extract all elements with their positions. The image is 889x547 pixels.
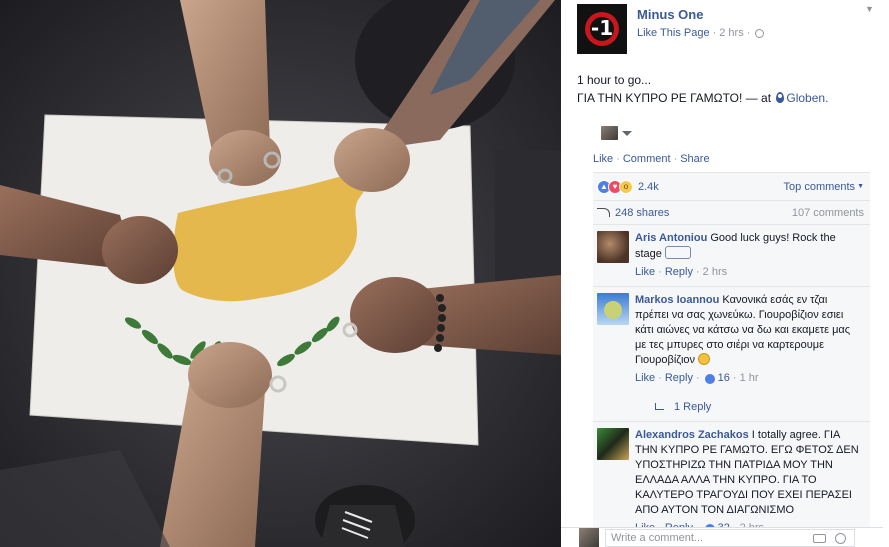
top-comments-dropdown[interactable]: Top comments ▼ xyxy=(784,181,864,193)
reply-arrow-icon xyxy=(655,403,664,410)
post-meta: Like This Page · 2 hrs · xyxy=(637,27,765,39)
location-link[interactable]: Globen. xyxy=(786,91,828,105)
page-header-text: Minus One Like This Page · 2 hrs · xyxy=(637,4,765,54)
chevron-down-icon[interactable]: ▼ xyxy=(865,4,875,14)
replies-link[interactable]: 1 Reply xyxy=(674,401,711,413)
action-separator: · xyxy=(695,372,700,384)
share-action[interactable]: Share xyxy=(680,153,709,165)
feedback-panel: ▲ ♥ o 2.4k Top comments ▼ 248 shares 107 … xyxy=(593,172,870,543)
view-replies[interactable]: 1 Reply xyxy=(593,392,870,422)
action-separator: · xyxy=(695,266,700,278)
comment-like[interactable]: Like xyxy=(635,265,655,280)
photo-image xyxy=(0,0,561,547)
comment-like[interactable]: Like xyxy=(635,371,655,386)
wow-reaction-icon[interactable]: o xyxy=(619,179,633,194)
comment-input-placeholder: Write a comment... xyxy=(611,531,704,544)
like-count-icon xyxy=(704,373,715,384)
comment-actions: Like · Reply · 16 · 1 hr xyxy=(635,371,864,386)
action-separator: · xyxy=(658,372,662,384)
post-line-1: 1 hour to go... xyxy=(577,73,652,87)
camera-icon[interactable] xyxy=(813,533,826,543)
post-actions: Like · Comment · Share xyxy=(593,153,710,165)
comment-author[interactable]: Alexandros Zachakos xyxy=(635,429,749,441)
comment-time[interactable]: 2 hrs xyxy=(703,265,727,280)
hands-emoji-icon xyxy=(664,246,691,259)
post-sidebar: -1 Minus One Like This Page · 2 hrs · ▼ … xyxy=(561,0,889,547)
comment-actions: Like · Reply · 2 hrs xyxy=(635,265,864,280)
comment-author[interactable]: Aris Antoniou xyxy=(635,232,707,244)
share-icon xyxy=(597,208,610,217)
post-photo[interactable] xyxy=(0,0,561,547)
action-separator: · xyxy=(616,153,620,165)
comment-author[interactable]: Markos Ioannou xyxy=(635,294,719,306)
comment-action[interactable]: Comment xyxy=(623,153,671,165)
post-message: 1 hour to go... ΓΙΑ ΤΗΝ ΚΥΠΡΟ ΡΕ ΓΑΜΩΤΟ!… xyxy=(577,71,877,107)
page-avatar[interactable]: -1 xyxy=(577,4,627,54)
meta-separator: · xyxy=(712,27,717,39)
comment-like-count[interactable]: 16 xyxy=(718,371,730,386)
caret-down-icon xyxy=(622,130,632,136)
post-time[interactable]: 2 hrs xyxy=(719,27,743,39)
composer-avatar xyxy=(579,527,599,547)
page-header: -1 Minus One Like This Page · 2 hrs · xyxy=(577,4,765,54)
commenter-avatar[interactable] xyxy=(597,293,629,325)
commenter-avatar[interactable] xyxy=(597,231,629,263)
comment-time[interactable]: 1 hr xyxy=(740,371,759,386)
comments-count: 107 comments xyxy=(791,206,864,219)
top-comments-label: Top comments xyxy=(783,180,856,193)
shares-row: 248 shares 107 comments xyxy=(593,201,870,225)
meta-separator: · xyxy=(746,27,751,39)
location-pin-icon xyxy=(776,92,785,103)
comment: Aris Antoniou Good luck guys! Rock the s… xyxy=(593,225,870,287)
action-separator: · xyxy=(658,266,662,278)
shares-count[interactable]: 248 shares xyxy=(615,207,669,219)
globe-icon xyxy=(755,28,765,38)
action-separator: · xyxy=(673,153,678,165)
logo-mark: -1 xyxy=(590,16,614,40)
reaction-count[interactable]: 2.4k xyxy=(638,181,659,193)
reactions-row: ▲ ♥ o 2.4k Top comments ▼ xyxy=(593,173,870,201)
like-page-link[interactable]: Like This Page xyxy=(637,27,710,39)
actor-avatar xyxy=(601,126,618,140)
post-line-2: ΓΙΑ ΤΗΝ ΚΥΠΡΟ ΡΕ ΓΑΜΩΤΟ! — at Globen. xyxy=(577,89,877,107)
comment-input[interactable]: Write a comment... xyxy=(605,528,855,547)
comment: Markos Ioannou Κανονικά εσάς εν τζαι πρέ… xyxy=(593,287,870,392)
actor-selector[interactable] xyxy=(601,126,632,140)
smiley-emoji-icon xyxy=(698,353,711,365)
comment-content: Aris Antoniou Good luck guys! Rock the s… xyxy=(635,231,864,262)
action-separator: · xyxy=(732,372,737,384)
post-line-2-text: ΓΙΑ ΤΗΝ ΚΥΠΡΟ ΡΕ ΓΑΜΩΤΟ! — at xyxy=(577,91,772,105)
comment-content: Alexandros Zachakos I totally agree. ΓΙΑ… xyxy=(635,428,864,518)
like-action[interactable]: Like xyxy=(593,153,613,165)
comment-text: I totally agree. ΓΙΑ ΤΗΝ ΚΥΠΡΟ ΡΕ ΓΑΜΩΤΟ… xyxy=(635,429,859,516)
sticker-icon[interactable] xyxy=(835,532,846,544)
comment-reply[interactable]: Reply xyxy=(665,265,693,280)
comment-reply[interactable]: Reply xyxy=(665,371,693,386)
commenter-avatar[interactable] xyxy=(597,428,629,460)
page-name[interactable]: Minus One xyxy=(637,7,764,22)
caret-down-icon: ▼ xyxy=(857,183,864,190)
scrollbar[interactable] xyxy=(883,0,889,547)
comment-content: Markos Ioannou Κανονικά εσάς εν τζαι πρέ… xyxy=(635,293,864,368)
comment-composer: Write a comment... xyxy=(561,527,883,547)
comment: Alexandros Zachakos I totally agree. ΓΙΑ… xyxy=(593,422,870,543)
